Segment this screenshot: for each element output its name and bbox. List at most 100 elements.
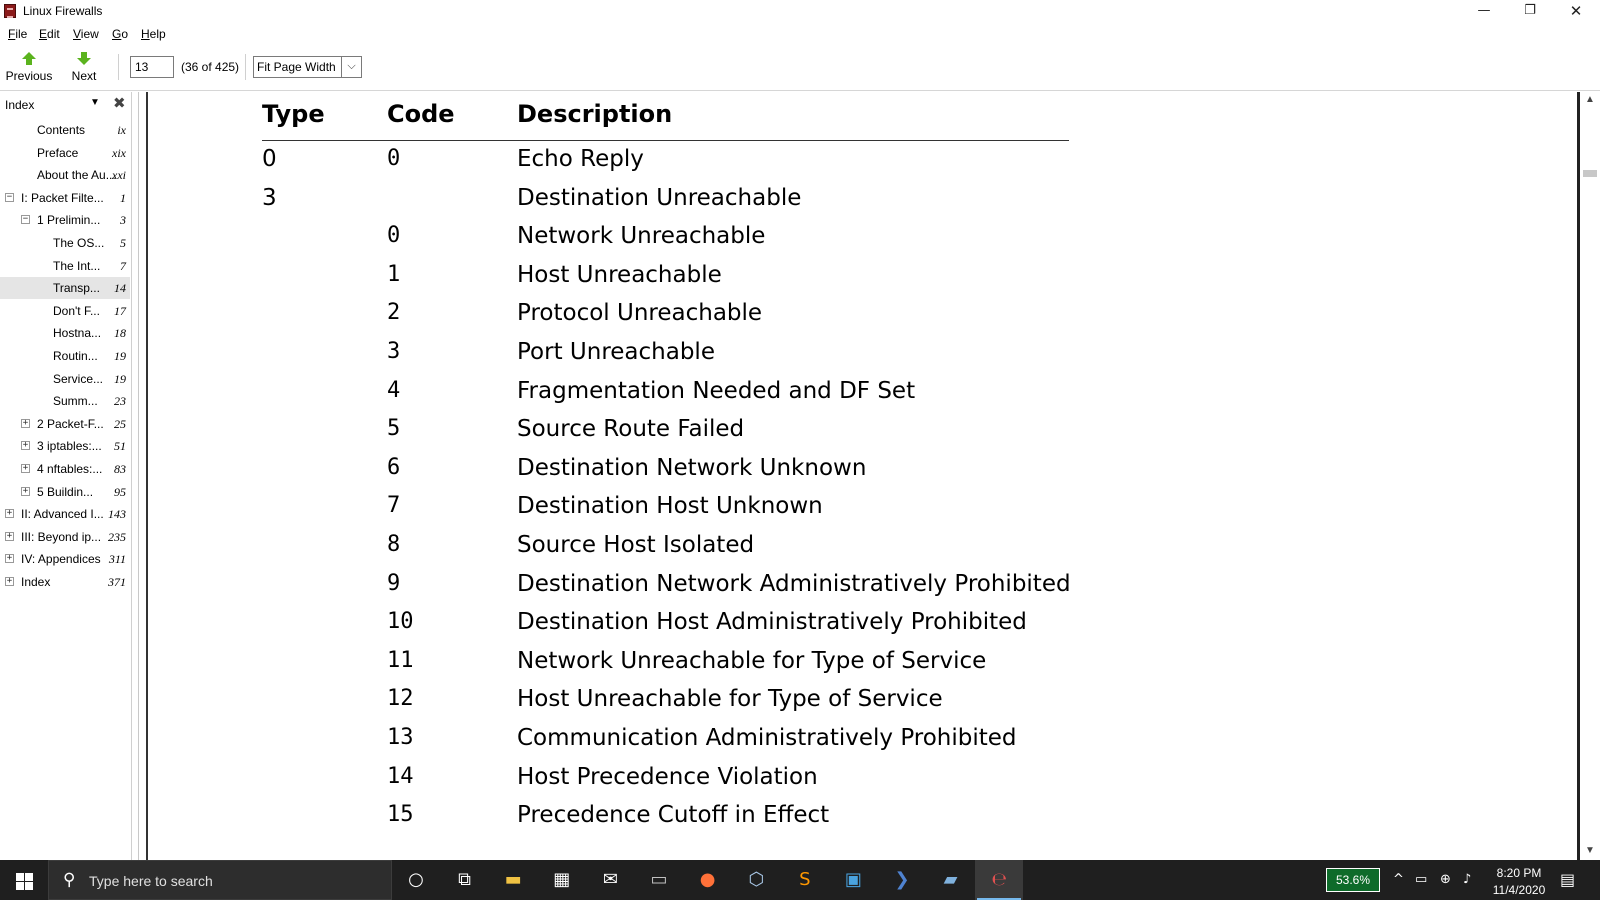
notification-icon[interactable]: ▤ [1560, 870, 1575, 890]
network-icon[interactable]: ⊕ [1440, 872, 1451, 887]
tree-item[interactable]: Routin... 19 [0, 345, 130, 367]
tree-item[interactable]: − I: Packet Filte... 1 [0, 187, 130, 209]
tree-item-label: Don't F... [53, 303, 100, 318]
tree-item[interactable]: Preface xix [0, 142, 130, 164]
description-cell: Port Unreachable [517, 339, 715, 365]
sublime-icon[interactable]: S [781, 860, 829, 900]
previous-button[interactable]: Previous [4, 48, 54, 88]
scroll-down-icon[interactable]: ▼ [1585, 845, 1595, 856]
mail-icon[interactable]: ✉ [586, 860, 634, 900]
store-icon[interactable]: ▦ [538, 860, 586, 900]
tree-item[interactable]: +4 nftables:... 83 [0, 458, 130, 480]
expand-icon[interactable]: + [5, 577, 14, 586]
chevron-down-icon[interactable]: ⌵ [341, 57, 361, 77]
tree-item-label: 4 nftables:... [37, 462, 103, 476]
code-cell: 3 [387, 339, 401, 364]
virtualbox-icon[interactable]: ⬡ [732, 860, 780, 900]
tree-item-label: 5 Buildin... [37, 484, 94, 499]
expand-icon[interactable]: + [5, 509, 14, 519]
expand-icon[interactable]: + [5, 531, 14, 541]
type-cell: 3 [262, 184, 277, 211]
restore-button[interactable]: ❐ [1507, 0, 1553, 24]
menu-edit[interactable]: Edit [39, 27, 60, 41]
ebook-reader-icon[interactable]: ℮ [975, 860, 1024, 900]
tree-item[interactable]: +5 Buildin... 95 [0, 481, 130, 503]
description-cell: Destination Network Administratively Pro… [517, 570, 1071, 597]
expand-icon[interactable]: + [21, 486, 30, 496]
code-cell: 15 [387, 802, 414, 828]
tree-item[interactable]: The Int... 7 [0, 255, 130, 277]
tree-item[interactable]: + II: Advanced I... 143 [0, 503, 130, 525]
code-cell: 0 [387, 146, 401, 171]
code-cell: 0 [387, 223, 401, 249]
cortana-icon[interactable]: ○ [392, 860, 440, 900]
menu-help[interactable]: Help [141, 27, 166, 41]
taskbar-search[interactable]: ⚲ Type here to search [48, 860, 392, 900]
tree-item[interactable]: Hostna... 18 [0, 322, 130, 344]
tree-item[interactable]: + IV: Appendices 311 [0, 548, 130, 570]
tree-item-page: 1 [120, 190, 126, 205]
volume-icon[interactable]: ♪ [1463, 872, 1471, 887]
file-explorer-icon[interactable]: ▬ [489, 860, 537, 900]
menu-view[interactable]: View [73, 27, 99, 41]
header-rule [262, 140, 1069, 141]
tree-item[interactable]: Summ... 23 [0, 390, 130, 412]
minimize-button[interactable]: — [1461, 0, 1507, 24]
powershell-icon[interactable]: ❯ [878, 860, 926, 900]
tree-item[interactable]: + III: Beyond ip... 235 [0, 526, 130, 548]
collapse-icon[interactable]: − [5, 192, 14, 202]
description-cell: Fragmentation Needed and DF Set [517, 377, 916, 404]
tree-item-label: II: Advanced I... [21, 507, 104, 522]
menu-file[interactable]: File [8, 27, 27, 41]
tree-item-page: 235 [108, 529, 126, 544]
battery-widget[interactable]: 53.6% [1326, 868, 1380, 892]
tree-item[interactable]: +3 iptables:... 51 [0, 435, 130, 457]
vmware-icon[interactable]: ▰ [927, 860, 975, 900]
tree-item[interactable]: + Index 371 [0, 571, 130, 593]
expand-icon[interactable]: + [21, 418, 30, 428]
tray-chevron-icon[interactable]: ^ [1393, 872, 1404, 887]
tree-item-page: 7 [120, 258, 126, 273]
vertical-scrollbar[interactable]: ▲ ▼ [1580, 92, 1600, 860]
tree-item[interactable]: Contents ix [0, 119, 130, 141]
description-cell: Communication Administratively Prohibite… [517, 725, 1017, 751]
firefox-icon[interactable]: ● [684, 860, 732, 900]
tree-item-label: The OS... [53, 236, 105, 250]
toolbar: Previous Next (36 of 425) Fit Page Width… [0, 44, 1600, 91]
close-button[interactable]: ✕ [1553, 0, 1599, 24]
splitter[interactable] [138, 92, 146, 860]
tree-item[interactable]: +2 Packet-F... 25 [0, 413, 130, 435]
clock-date[interactable]: 11/4/2020 [1489, 883, 1549, 897]
tree-item[interactable]: Transp... 14 [0, 277, 130, 300]
description-cell: Host Precedence Violation [517, 763, 818, 790]
scroll-thumb[interactable] [1583, 170, 1597, 177]
tree-item-page: 17 [114, 303, 126, 318]
scroll-up-icon[interactable]: ▲ [1585, 94, 1595, 105]
battery-icon[interactable]: ▭ [1415, 872, 1427, 887]
task-view-icon[interactable]: ⧉ [441, 860, 489, 900]
tree-item[interactable]: −1 Prelimin... 3 [0, 209, 130, 231]
remote-desktop-icon[interactable]: ▣ [829, 860, 877, 900]
dropdown-arrow-icon[interactable]: ▼ [90, 97, 100, 108]
next-button[interactable]: Next [64, 48, 104, 88]
sidebar-header: Index ▼ ✖ [0, 92, 132, 116]
collapse-icon[interactable]: − [21, 215, 30, 225]
zoom-select[interactable]: Fit Page Width ⌵ [253, 56, 362, 78]
page-number-input[interactable] [130, 56, 174, 78]
description-cell: Echo Reply [517, 146, 644, 172]
expand-icon[interactable]: + [5, 554, 14, 564]
tree-item[interactable]: Don't F... 17 [0, 300, 130, 322]
terminal-icon[interactable]: ▭ [635, 860, 683, 900]
start-button[interactable] [0, 860, 48, 900]
menu-go[interactable]: Go [112, 27, 128, 41]
expand-icon[interactable]: + [21, 464, 30, 473]
close-icon[interactable]: ✖ [113, 94, 126, 112]
tree-item[interactable]: Service... 19 [0, 368, 130, 390]
tree-item-label: Summ... [53, 394, 98, 409]
clock-time[interactable]: 8:20 PM [1494, 866, 1544, 880]
tree-item-label: Transp... [53, 281, 100, 296]
tree-item[interactable]: About the Au... xxi [0, 164, 130, 186]
description-cell: Source Host Isolated [517, 532, 755, 558]
expand-icon[interactable]: + [21, 441, 30, 451]
tree-item[interactable]: The OS... 5 [0, 232, 130, 254]
